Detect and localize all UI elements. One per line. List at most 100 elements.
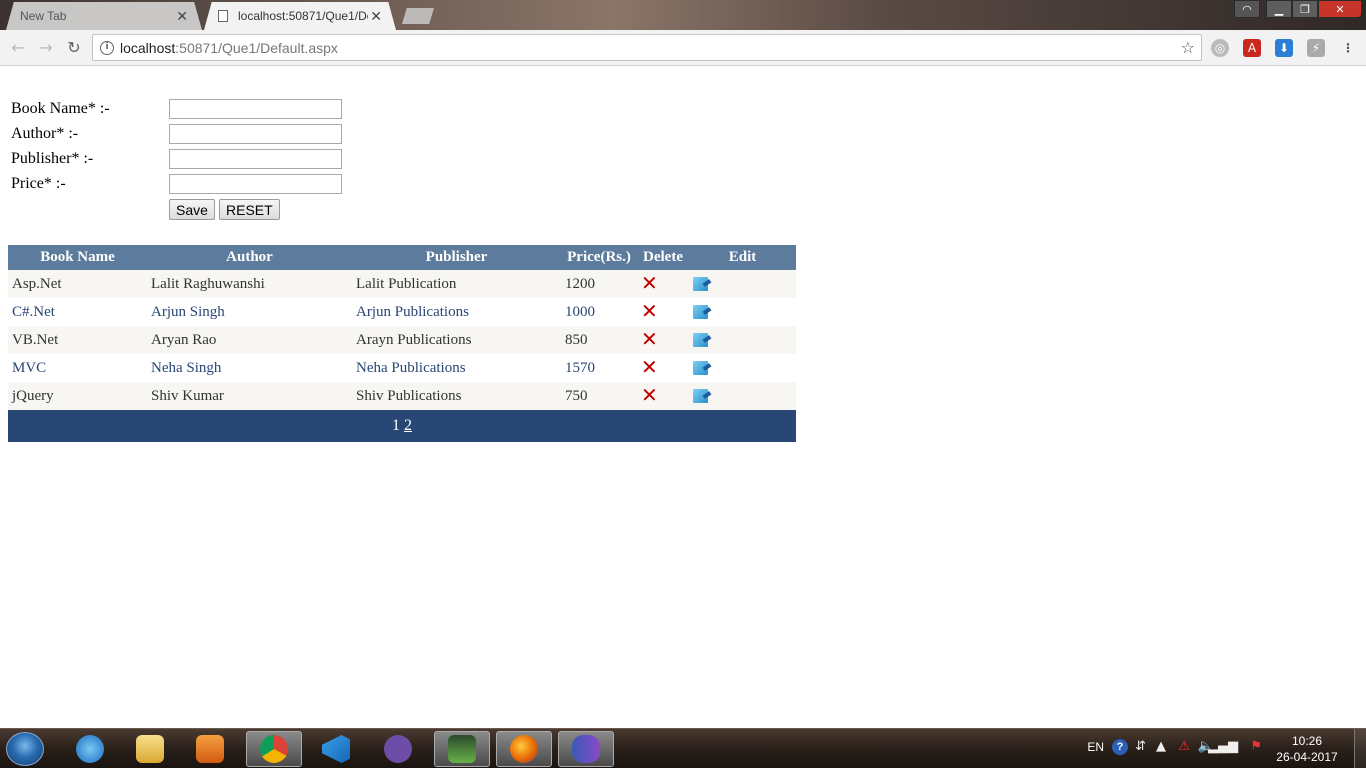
tray-alert-icon[interactable]: ⚠ <box>1178 739 1190 754</box>
cell-author: Lalit Raghuwanshi <box>147 270 352 298</box>
taskbar-media-player[interactable] <box>182 731 238 767</box>
edit-icon[interactable] <box>693 361 708 376</box>
back-icon[interactable]: ← <box>8 38 28 58</box>
minimize-icon[interactable]: ▁ <box>1266 0 1292 18</box>
delete-icon[interactable]: ✕ <box>641 299 658 323</box>
col-header-edit: Edit <box>689 245 796 270</box>
cell-book-name: C#.Net <box>8 298 147 326</box>
page-icon <box>218 10 228 22</box>
github-desktop-icon <box>384 735 412 763</box>
internet-explorer-icon <box>76 735 104 763</box>
visual-studio-icon <box>322 735 350 763</box>
cell-price: 1570 <box>561 354 637 382</box>
network-signal-icon[interactable]: ▂▄▆ <box>1208 739 1238 754</box>
cell-book-name: MVC <box>8 354 147 382</box>
col-header-author: Author <box>147 245 352 270</box>
close-window-icon[interactable]: ✕ <box>1318 0 1362 18</box>
profile-icon[interactable]: ◠ <box>1234 0 1260 18</box>
chrome-menu-icon[interactable]: ⋮ <box>1339 39 1357 57</box>
start-orb-icon[interactable] <box>6 732 44 766</box>
table-row: jQuery Shiv Kumar Shiv Publications 750 … <box>8 382 796 410</box>
extension-download-icon[interactable]: ⬇ <box>1275 39 1293 57</box>
taskbar-firefox[interactable] <box>496 731 552 767</box>
taskbar-github[interactable] <box>370 731 426 767</box>
extension-acrobat-icon[interactable]: A <box>1243 39 1261 57</box>
cell-edit <box>689 326 796 354</box>
windows-taskbar: EN ? ⇵ ▲ ⚠ 🔈 ▂▄▆ ⚑ 10:26 26-04-2017 <box>0 728 1366 768</box>
publisher-input[interactable] <box>169 149 342 169</box>
col-header-publisher: Publisher <box>352 245 561 270</box>
tab-close-icon[interactable]: ✕ <box>176 8 188 25</box>
cell-price: 1200 <box>561 270 637 298</box>
browser-tabstrip: New Tab ✕ localhost:50871/Que1/Default.a… <box>0 0 1366 30</box>
cell-edit <box>689 270 796 298</box>
table-row: Asp.Net Lalit Raghuwanshi Lalit Publicat… <box>8 270 796 298</box>
cell-book-name: Asp.Net <box>8 270 147 298</box>
delete-icon[interactable]: ✕ <box>641 271 658 295</box>
taskbar-task-manager[interactable] <box>434 731 490 767</box>
cell-edit <box>689 354 796 382</box>
cell-author: Arjun Singh <box>147 298 352 326</box>
new-tab-button[interactable] <box>402 8 434 24</box>
clock-time: 10:26 <box>1291 734 1323 748</box>
show-hidden-icons-icon[interactable]: ▲ <box>1156 739 1166 754</box>
forward-icon[interactable]: → <box>36 38 56 58</box>
taskbar-visual-studio-code[interactable] <box>308 731 364 767</box>
bookmark-star-icon[interactable]: ☆ <box>1181 38 1195 57</box>
tray-notification-icon[interactable]: ⇵ <box>1135 739 1146 754</box>
author-input[interactable] <box>169 124 342 144</box>
address-bar[interactable]: i localhost:50871/Que1/Default.aspx ☆ <box>92 34 1202 61</box>
tab-localhost[interactable]: localhost:50871/Que1/Default.aspx ✕ <box>204 2 396 30</box>
edit-icon[interactable] <box>693 333 708 348</box>
book-name-input[interactable] <box>169 99 342 119</box>
taskbar-chrome[interactable] <box>246 731 302 767</box>
price-input[interactable] <box>169 174 342 194</box>
extension-stealth-icon[interactable]: ⚡ <box>1307 39 1325 57</box>
cell-price: 750 <box>561 382 637 410</box>
cell-author: Aryan Rao <box>147 326 352 354</box>
maximize-icon[interactable]: ❐ <box>1292 0 1318 18</box>
books-grid: Book Name Author Publisher Price(Rs.) De… <box>8 245 796 442</box>
edit-icon[interactable] <box>693 277 708 292</box>
save-button[interactable]: Save <box>169 199 215 220</box>
price-row: Price* :- <box>11 173 342 195</box>
table-row: VB.Net Aryan Rao Arayn Publications 850 … <box>8 326 796 354</box>
taskbar-blend[interactable] <box>558 731 614 767</box>
taskbar-explorer[interactable] <box>122 731 178 767</box>
cell-edit <box>689 298 796 326</box>
publisher-row: Publisher* :- <box>11 148 342 170</box>
cell-author: Shiv Kumar <box>147 382 352 410</box>
action-center-icon[interactable]: ⚑ <box>1250 739 1262 754</box>
tab-new-tab[interactable]: New Tab ✕ <box>6 2 202 30</box>
tab-label: localhost:50871/Que1/Default.aspx <box>238 9 368 23</box>
language-indicator[interactable]: EN <box>1087 740 1104 754</box>
delete-icon[interactable]: ✕ <box>641 355 658 379</box>
edit-icon[interactable] <box>693 389 708 404</box>
visual-studio-blend-icon <box>572 735 600 763</box>
system-clock[interactable]: 10:26 26-04-2017 <box>1272 733 1342 765</box>
cell-publisher: Arayn Publications <box>352 326 561 354</box>
cell-price: 850 <box>561 326 637 354</box>
price-label: Price* :- <box>11 175 66 192</box>
site-info-icon[interactable]: i <box>100 40 114 55</box>
delete-icon[interactable]: ✕ <box>641 383 658 407</box>
tab-close-icon[interactable]: ✕ <box>370 8 382 25</box>
clock-date: 26-04-2017 <box>1276 750 1338 764</box>
help-icon[interactable]: ? <box>1112 739 1128 755</box>
reset-button[interactable]: RESET <box>219 199 280 220</box>
cell-delete: ✕ <box>637 354 689 382</box>
delete-icon[interactable]: ✕ <box>641 327 658 351</box>
cell-book-name: VB.Net <box>8 326 147 354</box>
extension-compass-icon[interactable]: ◎ <box>1211 39 1229 57</box>
taskbar-ie[interactable] <box>62 731 118 767</box>
reload-icon[interactable]: ↻ <box>64 38 84 58</box>
pager-page-2-link[interactable]: 2 <box>404 417 412 434</box>
media-player-icon <box>196 735 224 763</box>
cell-delete: ✕ <box>637 382 689 410</box>
cell-publisher: Arjun Publications <box>352 298 561 326</box>
edit-icon[interactable] <box>693 305 708 320</box>
show-desktop-button[interactable] <box>1354 729 1366 768</box>
author-label: Author* :- <box>11 125 79 142</box>
system-tray: EN ? ⇵ ▲ ⚠ 🔈 ▂▄▆ ⚑ 10:26 26-04-2017 <box>1066 729 1366 768</box>
cell-book-name: jQuery <box>8 382 147 410</box>
